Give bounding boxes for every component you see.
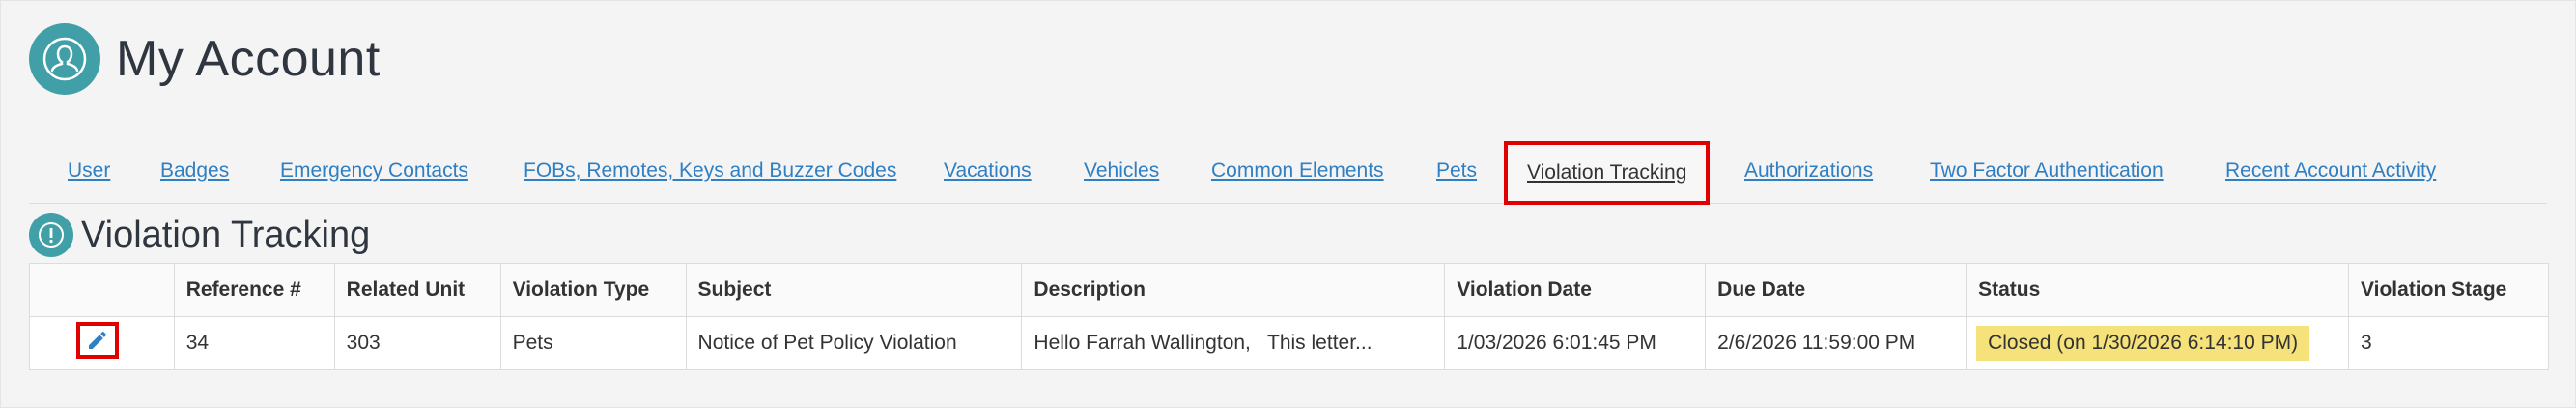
tab-authorizations[interactable]: Authorizations: [1744, 139, 1873, 203]
edit-cell: [29, 316, 175, 370]
column-header-reference[interactable]: Reference #: [173, 263, 335, 317]
tab-two-factor-authentication[interactable]: Two Factor Authentication: [1930, 139, 2164, 203]
exclamation-icon: [29, 213, 73, 257]
violations-table: Reference # Related Unit Violation Type …: [29, 263, 2549, 370]
pencil-icon: [89, 331, 107, 349]
column-header-violation-stage[interactable]: Violation Stage: [2348, 263, 2549, 317]
tab-badges[interactable]: Badges: [160, 139, 229, 203]
column-header-related-unit[interactable]: Related Unit: [333, 263, 501, 317]
account-tabs: User Badges Emergency Contacts FOBs, Rem…: [29, 139, 2547, 205]
cell-reference: 34: [173, 316, 335, 370]
user-avatar-icon: [29, 23, 100, 95]
edit-button[interactable]: [76, 322, 119, 359]
column-header-due-date[interactable]: Due Date: [1705, 263, 1967, 317]
tab-violation-tracking[interactable]: Violation Tracking: [1504, 141, 1711, 205]
column-header-description[interactable]: Description: [1021, 263, 1446, 317]
tab-emergency-contacts[interactable]: Emergency Contacts: [280, 139, 468, 203]
tab-recent-account-activity[interactable]: Recent Account Activity: [2225, 139, 2436, 203]
cell-subject: Notice of Pet Policy Violation: [685, 316, 1023, 370]
section-title: Violation Tracking: [81, 214, 371, 255]
column-header-subject[interactable]: Subject: [685, 263, 1023, 317]
column-header-actions: [29, 263, 175, 317]
cell-status: Closed (on 1/30/2026 6:14:10 PM): [1966, 316, 2350, 370]
page-header: My Account: [29, 23, 381, 95]
cell-violation-type: Pets: [499, 316, 687, 370]
column-header-violation-date[interactable]: Violation Date: [1444, 263, 1707, 317]
tab-common-elements[interactable]: Common Elements: [1211, 139, 1384, 203]
cell-due-date: 2/6/2026 11:59:00 PM: [1705, 316, 1967, 370]
column-header-status[interactable]: Status: [1966, 263, 2350, 317]
page-title: My Account: [116, 31, 381, 87]
cell-violation-date: 1/03/2026 6:01:45 PM: [1444, 316, 1707, 370]
column-header-violation-type[interactable]: Violation Type: [499, 263, 687, 317]
cell-violation-stage: 3: [2348, 316, 2549, 370]
tab-vehicles[interactable]: Vehicles: [1084, 139, 1159, 203]
cell-related-unit: 303: [333, 316, 501, 370]
tab-fobs-remotes-keys[interactable]: FOBs, Remotes, Keys and Buzzer Codes: [524, 139, 896, 203]
status-badge: Closed (on 1/30/2026 6:14:10 PM): [1976, 326, 2310, 361]
table-row: 34 303 Pets Notice of Pet Policy Violati…: [29, 316, 2549, 370]
tab-user[interactable]: User: [68, 139, 110, 203]
section-header: Violation Tracking: [29, 213, 370, 257]
cell-description: Hello Farrah Wallington, This letter...: [1021, 316, 1446, 370]
table-header-row: Reference # Related Unit Violation Type …: [29, 263, 2549, 317]
tab-vacations[interactable]: Vacations: [944, 139, 1032, 203]
tab-pets[interactable]: Pets: [1436, 139, 1477, 203]
